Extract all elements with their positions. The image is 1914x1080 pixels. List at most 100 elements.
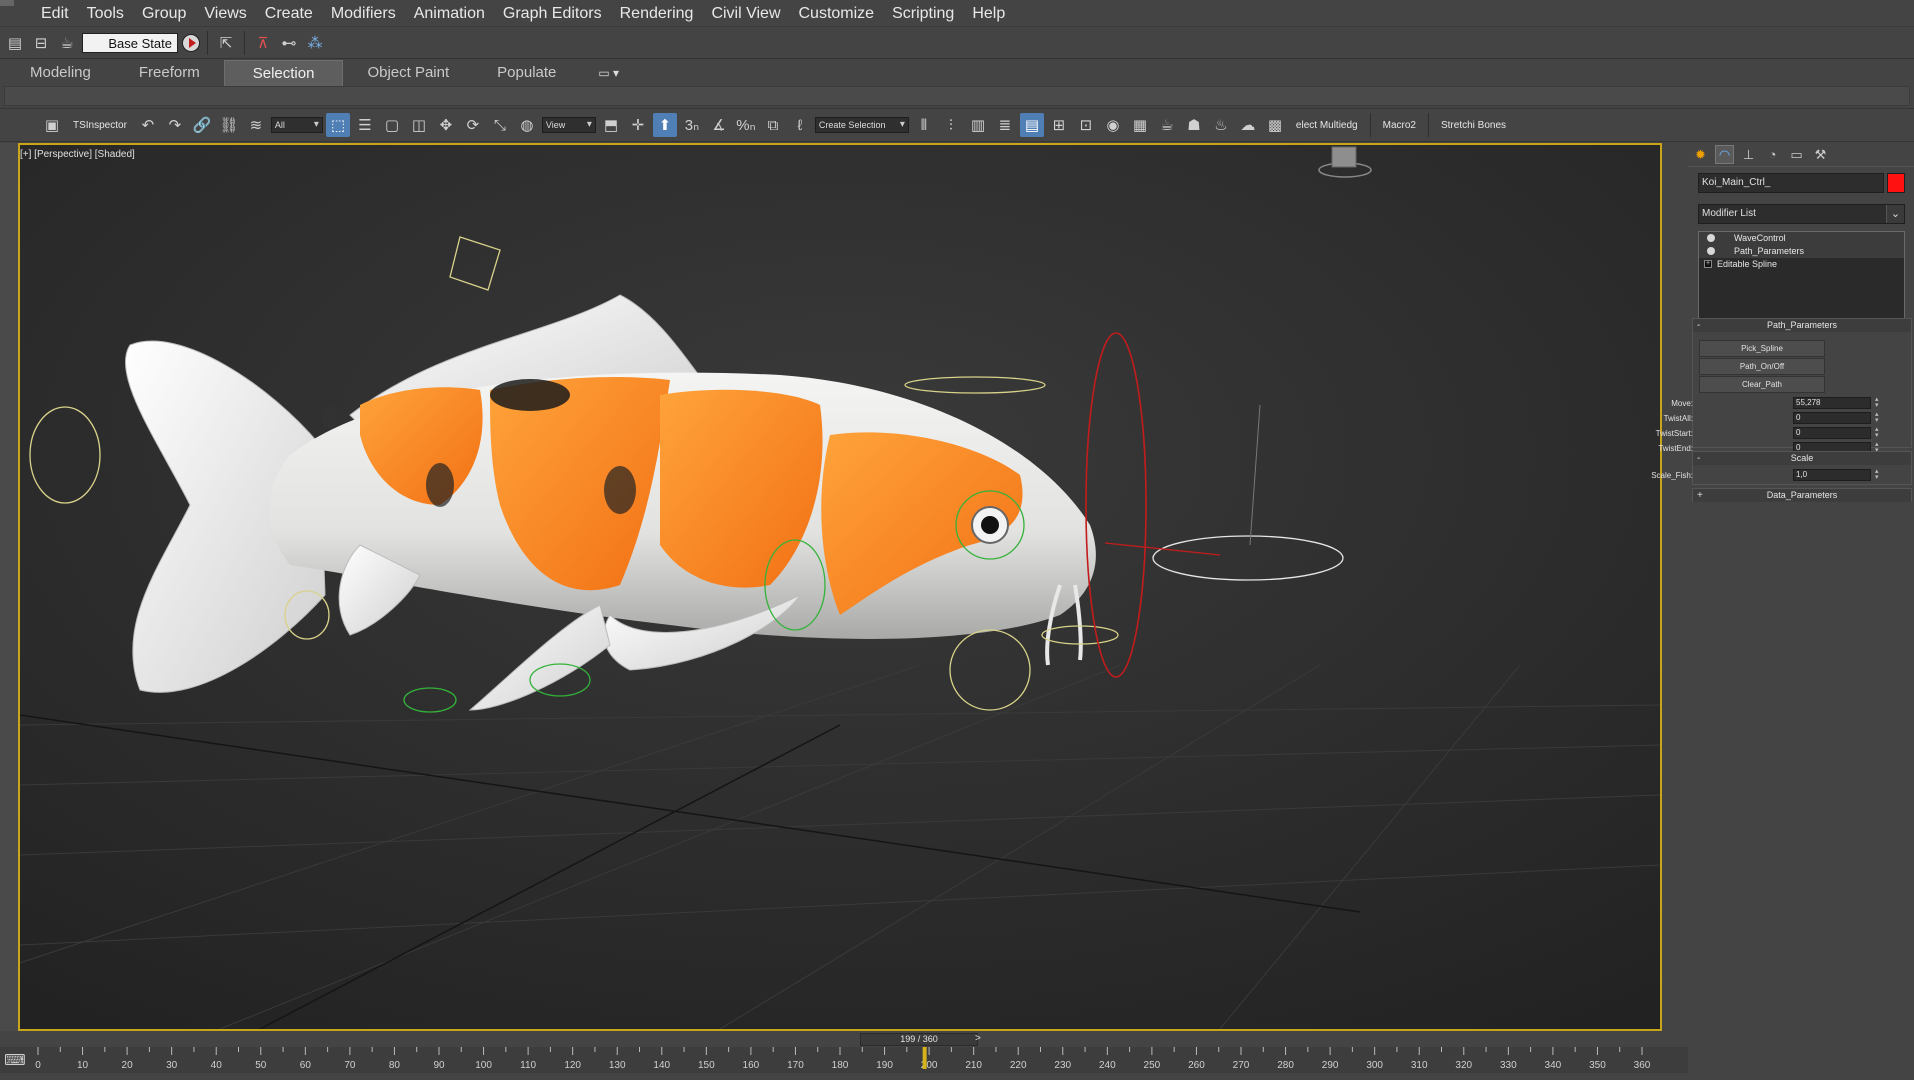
hierarchy-tab-icon[interactable]: ⊥	[1739, 145, 1758, 164]
create-tab-icon[interactable]: ✹	[1691, 145, 1710, 164]
path-on-off-button[interactable]: Path_On/Off	[1699, 358, 1825, 375]
snap-toggle-icon[interactable]: 3ₙ	[680, 113, 704, 137]
tsinspector-button[interactable]: TSInspector	[67, 120, 133, 131]
tab-selection[interactable]: Selection	[223, 60, 344, 86]
next-frame-icon[interactable]: >	[975, 1033, 981, 1044]
tab-freeform[interactable]: Freeform	[115, 60, 224, 86]
render-frame-window-icon[interactable]: ▩	[1263, 113, 1287, 137]
menu-rendering[interactable]: Rendering	[611, 0, 703, 27]
render-activeshade-icon[interactable]: ♨	[1209, 113, 1233, 137]
move-value[interactable]: 55,278	[1793, 397, 1871, 409]
teapot-icon[interactable]: ☕	[56, 32, 78, 54]
link-icon[interactable]: 🔗	[190, 113, 214, 137]
schematic-view-icon[interactable]: ⊞	[1047, 113, 1071, 137]
render-production-icon[interactable]: ☕	[1155, 113, 1179, 137]
tab-object-paint[interactable]: Object Paint	[343, 60, 473, 86]
select-tool-icon[interactable]: ⇱	[215, 32, 237, 54]
menu-graph-editors[interactable]: Graph Editors	[494, 0, 611, 27]
current-frame-marker[interactable]	[922, 1047, 927, 1069]
lightbulb-icon[interactable]	[1707, 247, 1715, 255]
angle-snap-icon[interactable]: ∡	[707, 113, 731, 137]
redo-icon[interactable]: ↷	[163, 113, 187, 137]
menu-animation[interactable]: Animation	[405, 0, 494, 27]
stack-item-wavecontrol[interactable]: WaveControl	[1699, 232, 1904, 245]
placement-icon[interactable]: ◍	[515, 113, 539, 137]
render-iterative-icon[interactable]: ☗	[1182, 113, 1206, 137]
rendered-frame-icon[interactable]: ▦	[1128, 113, 1152, 137]
percent-snap-icon[interactable]: %ₙ	[734, 113, 758, 137]
record-state-button[interactable]	[182, 34, 200, 52]
rotate-icon[interactable]: ⟳	[461, 113, 485, 137]
particles-icon[interactable]: ⁂	[304, 32, 326, 54]
trackbar-ruler[interactable]: 0 10 20 30 40 50 60 70 80 90 100 110 120 130 140 150 160…	[34, 1047, 1650, 1073]
menu-customize[interactable]: Customize	[790, 0, 884, 27]
pivot-center-icon[interactable]: ⬒	[599, 113, 623, 137]
macro-select-multiedge-button[interactable]: elect Multiedg	[1290, 120, 1364, 131]
time-slider[interactable]: < 199 / 360 >	[0, 1031, 1688, 1047]
spinner-icon[interactable]: ▴▾	[1875, 396, 1879, 409]
rect-region-icon[interactable]: ▢	[380, 113, 404, 137]
render-setup-icon[interactable]: ◉	[1101, 113, 1125, 137]
perspective-viewport[interactable]: [+] [Perspective] [Shaded]	[18, 143, 1662, 1031]
window-crossing-icon[interactable]: ◫	[407, 113, 431, 137]
time-slider-thumb[interactable]: 199 / 360	[860, 1033, 978, 1046]
reference-coord-dropdown[interactable]: View	[541, 117, 596, 133]
spinner-snap-icon[interactable]: ⧉	[761, 113, 785, 137]
selection-filter-dropdown[interactable]: All	[270, 117, 323, 133]
chevron-down-icon[interactable]: ⌄	[1886, 205, 1904, 223]
edit-named-selection-icon[interactable]: ℓ	[788, 113, 812, 137]
object-name-field[interactable]: Koi_Main_Ctrl_	[1698, 173, 1884, 193]
curve-editor-icon[interactable]: ▤	[1019, 113, 1044, 137]
utilities-tab-icon[interactable]: ⚒	[1811, 145, 1830, 164]
expand-icon[interactable]: +	[1704, 260, 1712, 268]
mirror-icon[interactable]: ⫴	[912, 113, 936, 137]
material-editor-icon[interactable]: ⊡	[1074, 113, 1098, 137]
spinner-icon[interactable]: ▴▾	[1875, 468, 1879, 481]
keyboard-shortcut-icon[interactable]: ⬆	[652, 113, 677, 137]
spinner-icon[interactable]: ▴▾	[1875, 411, 1879, 424]
macro2-button[interactable]: Macro2	[1377, 120, 1422, 131]
pick-spline-button[interactable]: Pick_Spline	[1699, 340, 1825, 357]
clear-path-button[interactable]: Clear_Path	[1699, 376, 1825, 393]
layer-manager-icon[interactable]: ▥	[966, 113, 990, 137]
move-icon[interactable]: ✥	[434, 113, 458, 137]
menu-scripting[interactable]: Scripting	[883, 0, 963, 27]
twistall-value[interactable]: 0	[1793, 412, 1871, 424]
tab-modeling[interactable]: Modeling	[6, 60, 115, 86]
app-icon[interactable]	[0, 0, 14, 6]
select-manipulate-icon[interactable]: ✛	[626, 113, 650, 137]
menu-modifiers[interactable]: Modifiers	[322, 0, 405, 27]
rollout-header[interactable]: + Data_Parameters	[1693, 489, 1911, 502]
menu-tools[interactable]: Tools	[78, 0, 133, 27]
menu-help[interactable]: Help	[963, 0, 1014, 27]
workspace-icon[interactable]: ▤	[4, 32, 26, 54]
align-icon[interactable]: ⫶	[939, 113, 963, 137]
mini-curve-editor-icon[interactable]: ⌨	[4, 1049, 26, 1071]
pivot-icon[interactable]: ⊼	[252, 32, 274, 54]
unlink-icon[interactable]: ⛓	[217, 113, 241, 137]
state-set-dropdown[interactable]: Base State	[82, 33, 178, 53]
undo-icon[interactable]: ↶	[136, 113, 160, 137]
menu-civil-view[interactable]: Civil View	[702, 0, 789, 27]
rollout-header[interactable]: - Path_Parameters	[1693, 319, 1911, 332]
stretchi-bones-button[interactable]: Stretchi Bones	[1435, 120, 1512, 131]
modify-tab-icon[interactable]: ◠	[1715, 145, 1734, 164]
display-tab-icon[interactable]: ▭	[1787, 145, 1806, 164]
hierarchy-icon[interactable]: ⊟	[30, 32, 52, 54]
spinner-icon[interactable]: ▴▾	[1875, 426, 1879, 439]
named-selection-dropdown[interactable]: Create Selection	[814, 117, 909, 133]
menu-views[interactable]: Views	[195, 0, 255, 27]
scale-icon[interactable]: ⤡	[488, 113, 512, 137]
scale-fish-value[interactable]: 1,0	[1793, 469, 1871, 481]
stack-item-editable-spline[interactable]: + Editable Spline	[1699, 258, 1904, 271]
lightbulb-icon[interactable]	[1707, 234, 1715, 242]
select-by-name-icon[interactable]: ☰	[353, 113, 377, 137]
ribbon-options-icon[interactable]: ▭ ▾	[598, 60, 619, 86]
twiststart-value[interactable]: 0	[1793, 427, 1871, 439]
render-cloud-icon[interactable]: ☁	[1236, 113, 1260, 137]
modifier-list-dropdown[interactable]: Modifier List ⌄	[1698, 204, 1905, 224]
viewport-label[interactable]: [+] [Perspective] [Shaded]	[20, 149, 135, 160]
object-color-swatch[interactable]	[1887, 173, 1905, 193]
menu-create[interactable]: Create	[256, 0, 322, 27]
rollout-header[interactable]: - Scale	[1693, 452, 1911, 465]
